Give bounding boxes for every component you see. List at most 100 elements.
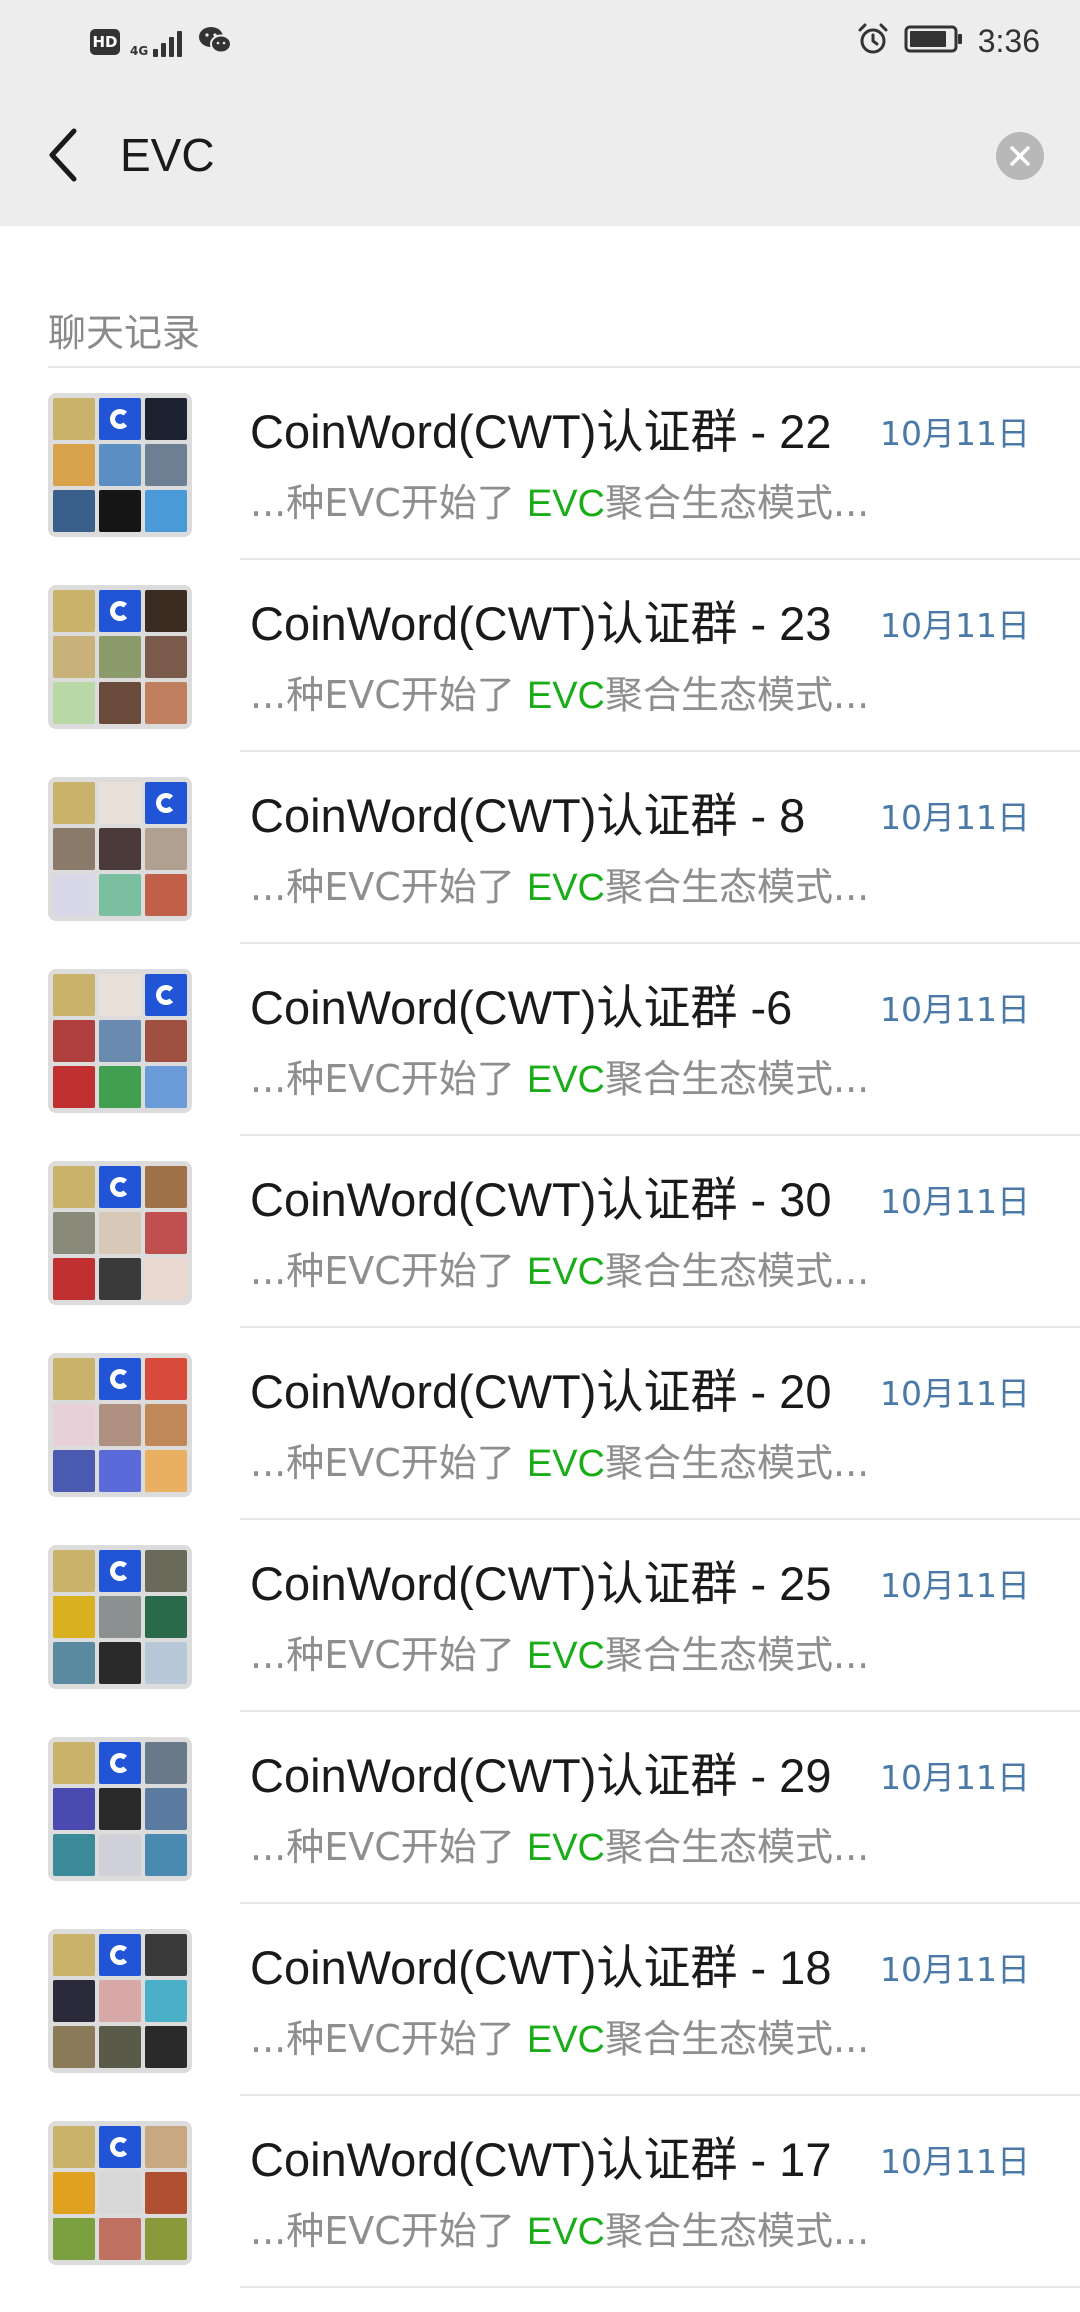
member-avatar-thumbnail — [53, 1550, 95, 1592]
group-avatar — [48, 1929, 192, 2073]
member-avatar-thumbnail — [145, 1596, 187, 1638]
message-date: 10月11日 — [880, 414, 1030, 453]
group-title: CoinWord(CWT)认证群 - 25 — [250, 1557, 832, 1610]
member-avatar-thumbnail — [99, 1258, 141, 1300]
member-avatar-thumbnail — [145, 490, 187, 532]
group-avatar — [48, 777, 192, 921]
member-avatar-thumbnail — [145, 636, 187, 678]
group-title: CoinWord(CWT)认证群 - 30 — [250, 1173, 832, 1226]
coinword-logo-icon — [99, 398, 141, 440]
member-avatar-thumbnail — [53, 636, 95, 678]
snippet-text-rest: 聚合生态模式... — [605, 1441, 870, 1485]
member-avatar-thumbnail — [53, 590, 95, 632]
group-avatar — [48, 585, 192, 729]
coinword-logo-icon — [99, 1166, 141, 1208]
member-avatar-thumbnail — [53, 682, 95, 724]
message-date: 10月11日 — [880, 1182, 1030, 1221]
member-avatar-thumbnail — [145, 1550, 187, 1592]
message-snippet: ...种EVC开始了 EVC聚合生态模式... — [250, 1822, 869, 1873]
search-result-item[interactable]: CoinWord(CWT)认证群 - 22 10月11日 ...种EVC开始了 … — [0, 368, 1080, 560]
member-avatar-thumbnail — [145, 1066, 187, 1108]
snippet-text: ...种EVC开始了 — [250, 673, 527, 717]
group-title: CoinWord(CWT)认证群 - 18 — [250, 1941, 832, 1994]
snippet-text: ...种EVC开始了 — [250, 2209, 527, 2253]
back-button[interactable] — [38, 124, 88, 186]
message-snippet: ...种EVC开始了 EVC聚合生态模式... — [250, 1054, 869, 1105]
member-avatar-thumbnail — [99, 636, 141, 678]
snippet-text: ...种EVC开始了 — [250, 1249, 527, 1293]
snippet-text: ...种EVC开始了 — [250, 1825, 527, 1869]
snippet-highlight: EVC — [526, 867, 605, 909]
member-avatar-thumbnail — [145, 1450, 187, 1492]
group-title: CoinWord(CWT)认证群 - 23 — [250, 597, 832, 650]
status-right-icons: 3:36 — [856, 18, 1040, 64]
search-result-item[interactable]: CoinWord(CWT)认证群 -6 10月11日 ...种EVC开始了 EV… — [0, 944, 1080, 1136]
member-avatar-thumbnail — [145, 1980, 187, 2022]
group-avatar — [48, 1545, 192, 1689]
snippet-text: ...种EVC开始了 — [250, 1057, 527, 1101]
message-date: 10月11日 — [880, 990, 1030, 1029]
member-avatar-thumbnail — [145, 1212, 187, 1254]
member-avatar-thumbnail — [99, 2172, 141, 2214]
member-avatar-thumbnail — [99, 444, 141, 486]
snippet-text-rest: 聚合生态模式... — [605, 1057, 870, 1101]
group-avatar — [48, 1161, 192, 1305]
snippet-text-rest: 聚合生态模式... — [605, 1825, 870, 1869]
member-avatar-thumbnail — [53, 1066, 95, 1108]
chevron-left-icon — [49, 128, 77, 182]
member-avatar-thumbnail — [99, 682, 141, 724]
member-avatar-thumbnail — [53, 2026, 95, 2068]
search-result-item[interactable]: CoinWord(CWT)认证群 - 20 10月11日 ...种EVC开始了 … — [0, 1328, 1080, 1520]
coinword-logo-icon — [145, 974, 187, 1016]
snippet-highlight: EVC — [526, 2019, 605, 2061]
member-avatar-thumbnail — [99, 2026, 141, 2068]
member-avatar-thumbnail — [53, 1642, 95, 1684]
hd-icon: HD — [90, 29, 120, 55]
coinword-logo-icon — [99, 2126, 141, 2168]
member-avatar-thumbnail — [53, 398, 95, 440]
message-date: 10月11日 — [880, 2142, 1030, 2181]
member-avatar-thumbnail — [99, 974, 141, 1016]
snippet-highlight: EVC — [526, 1251, 605, 1293]
member-avatar-thumbnail — [99, 1066, 141, 1108]
member-avatar-thumbnail — [99, 1834, 141, 1876]
message-snippet: ...种EVC开始了 EVC聚合生态模式... — [250, 1630, 869, 1681]
search-result-item[interactable]: CoinWord(CWT)认证群 - 30 10月11日 ...种EVC开始了 … — [0, 1136, 1080, 1328]
coinword-logo-icon — [99, 590, 141, 632]
member-avatar-thumbnail — [53, 782, 95, 824]
group-avatar — [48, 1353, 192, 1497]
message-snippet: ...种EVC开始了 EVC聚合生态模式... — [250, 1246, 869, 1297]
member-avatar-thumbnail — [145, 1020, 187, 1062]
member-avatar-thumbnail — [145, 444, 187, 486]
network-label: 4G — [130, 44, 149, 58]
search-input[interactable]: EVC — [120, 124, 215, 186]
snippet-highlight: EVC — [526, 1827, 605, 1869]
message-snippet: ...种EVC开始了 EVC聚合生态模式... — [250, 1438, 869, 1489]
search-result-item[interactable]: CoinWord(CWT)认证群 - 17 10月11日 ...种EVC开始了 … — [0, 2096, 1080, 2288]
search-result-item[interactable]: CoinWord(CWT)认证群 - 23 10月11日 ...种EVC开始了 … — [0, 560, 1080, 752]
section-label-chat-history: 聊天记录 — [48, 311, 201, 355]
member-avatar-thumbnail — [53, 1742, 95, 1784]
clear-search-button[interactable] — [996, 132, 1044, 180]
battery-icon — [904, 24, 964, 58]
snippet-text-rest: 聚合生态模式... — [605, 2209, 870, 2253]
member-avatar-thumbnail — [99, 2218, 141, 2260]
member-avatar-thumbnail — [53, 1404, 95, 1446]
search-result-item[interactable]: CoinWord(CWT)认证群 - 25 10月11日 ...种EVC开始了 … — [0, 1520, 1080, 1712]
snippet-highlight: EVC — [526, 483, 605, 525]
member-avatar-thumbnail — [145, 1258, 187, 1300]
snippet-text: ...种EVC开始了 — [250, 865, 527, 909]
group-title: CoinWord(CWT)认证群 - 20 — [250, 1365, 832, 1418]
member-avatar-thumbnail — [99, 490, 141, 532]
search-result-item[interactable]: CoinWord(CWT)认证群 - 8 10月11日 ...种EVC开始了 E… — [0, 752, 1080, 944]
wechat-icon — [198, 25, 233, 59]
message-snippet: ...种EVC开始了 EVC聚合生态模式... — [250, 2206, 869, 2257]
search-result-item[interactable]: CoinWord(CWT)认证群 - 18 10月11日 ...种EVC开始了 … — [0, 1904, 1080, 2096]
member-avatar-thumbnail — [99, 828, 141, 870]
close-icon — [1010, 146, 1030, 166]
member-avatar-thumbnail — [99, 1980, 141, 2022]
search-result-item[interactable]: CoinWord(CWT)认证群 - 29 10月11日 ...种EVC开始了 … — [0, 1712, 1080, 1904]
message-date: 10月11日 — [880, 1374, 1030, 1413]
coinword-logo-icon — [99, 1358, 141, 1400]
message-snippet: ...种EVC开始了 EVC聚合生态模式... — [250, 670, 869, 721]
